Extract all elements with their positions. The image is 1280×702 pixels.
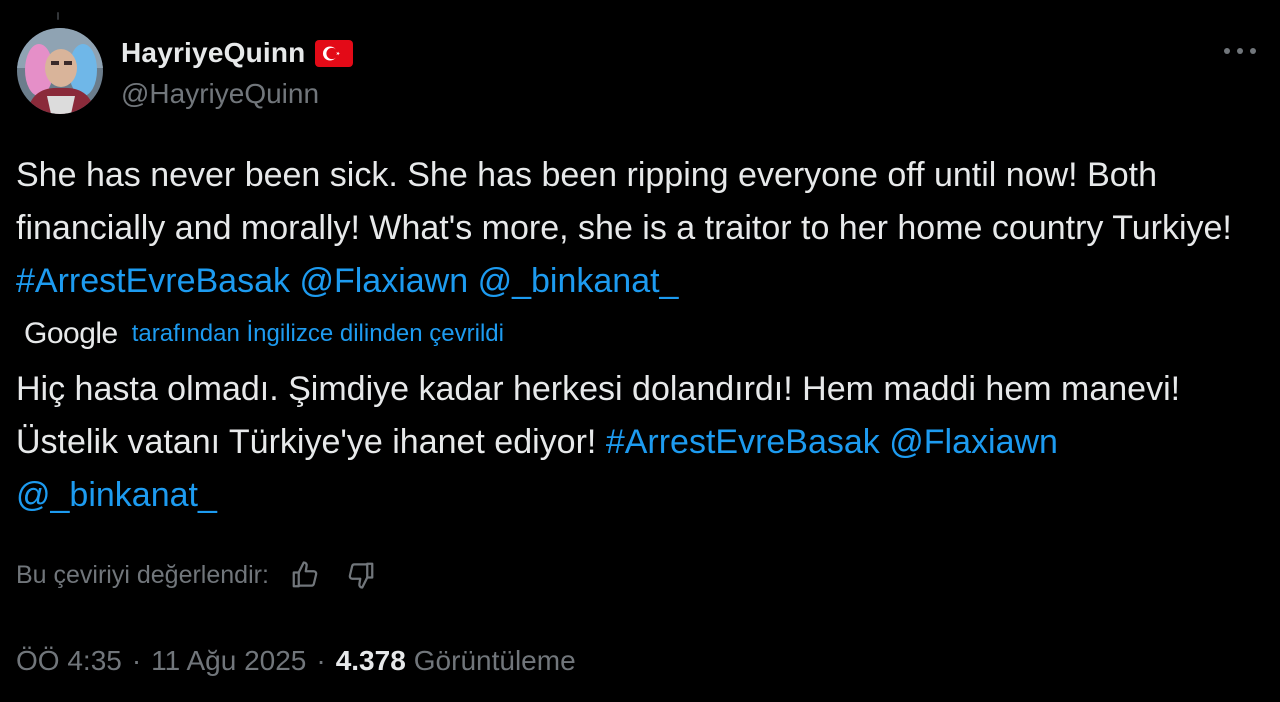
google-logo: Google (24, 317, 118, 350)
rate-translation-row: Bu çeviriyi değerlendir: (16, 555, 399, 595)
display-name[interactable]: HayriyeQuinn (121, 37, 305, 69)
meta-separator: · (316, 645, 326, 676)
translation-attribution: Google tarafından İngilizce dilinden çev… (24, 314, 504, 354)
turkey-flag-icon (315, 39, 354, 67)
mention-link-binkanat[interactable]: @_binkanat_ (478, 262, 679, 300)
translated-text: Hiç hasta olmadı. Şimdiye kadar herkesi … (16, 363, 1256, 522)
more-options-button[interactable] (1218, 34, 1262, 68)
translation-note-link[interactable]: tarafından İngilizce dilinden çevrildi (132, 320, 504, 348)
translated-mention-link-binkanat[interactable]: @_binkanat_ (16, 476, 217, 514)
meta-separator: · (131, 645, 142, 676)
tweet-meta: ÖÖ 4:35 · 11 Ağu 2025 · 4.378 Görüntülem… (16, 640, 576, 682)
thumbs-down-icon (348, 562, 374, 589)
mention-link-flaxiawn[interactable]: @Flaxiawn (299, 262, 468, 300)
tweet-text: She has never been sick. She has been ri… (16, 149, 1256, 308)
thread-connector (57, 12, 59, 20)
avatar[interactable] (17, 28, 103, 114)
rate-translation-label: Bu çeviriyi değerlendir: (16, 560, 269, 589)
hashtag-link[interactable]: #ArrestEvreBasak (16, 262, 290, 300)
profile-photo (17, 28, 103, 114)
tweet-text-body: She has never been sick. She has been ri… (16, 156, 1232, 247)
tweet-time[interactable]: ÖÖ 4:35 (16, 645, 122, 677)
translated-hashtag-link[interactable]: #ArrestEvreBasak (606, 423, 880, 461)
author-handle[interactable]: @HayriyeQuinn (121, 78, 319, 110)
thumbs-up-button[interactable] (287, 557, 323, 593)
views-count[interactable]: 4.378 (336, 645, 406, 677)
more-dots-icon (1224, 48, 1256, 54)
views-label[interactable]: Görüntüleme (414, 645, 576, 677)
translated-mention-link-flaxiawn[interactable]: @Flaxiawn (889, 423, 1058, 461)
author-name-row: HayriyeQuinn (121, 34, 354, 72)
tweet-date[interactable]: 11 Ağu 2025 (151, 645, 306, 677)
thumbs-down-button[interactable] (343, 557, 379, 593)
thumbs-up-icon (292, 561, 318, 588)
